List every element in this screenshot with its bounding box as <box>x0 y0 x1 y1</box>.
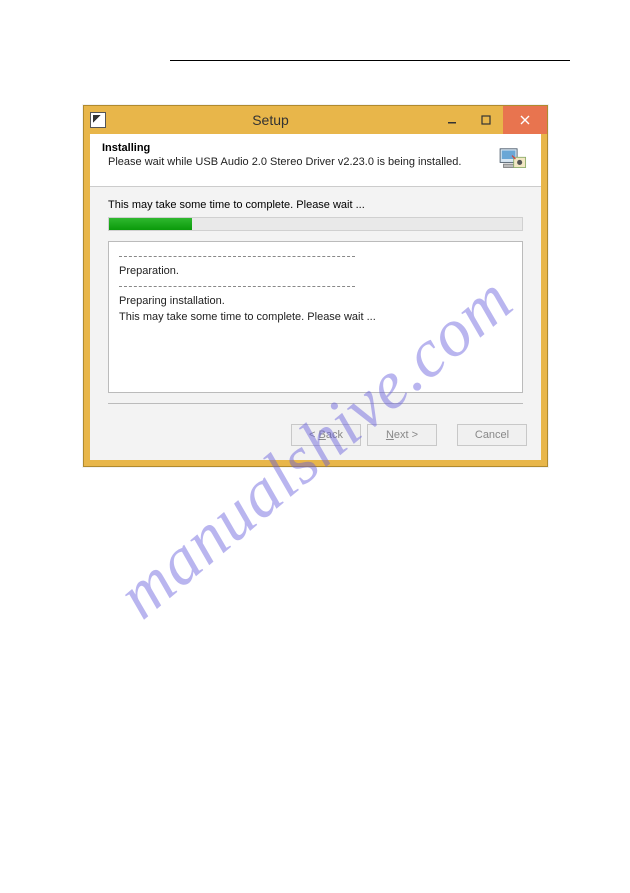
back-button[interactable]: < Back <box>291 424 361 446</box>
header-title: Installing <box>102 142 487 154</box>
header-section: Installing Please wait while USB Audio 2… <box>90 134 541 187</box>
cancel-button[interactable]: Cancel <box>457 424 527 446</box>
log-separator <box>119 256 355 257</box>
installer-body: Installing Please wait while USB Audio 2… <box>84 134 547 466</box>
log-line-preparation: Preparation. <box>119 263 512 280</box>
log-separator <box>119 286 355 287</box>
log-box: Preparation. Preparing installation. Thi… <box>108 241 523 393</box>
content-section: This may take some time to complete. Ple… <box>90 187 541 412</box>
log-line-wait: This may take some time to complete. Ple… <box>119 309 512 326</box>
app-icon <box>90 112 106 128</box>
header-subtitle: Please wait while USB Audio 2.0 Stereo D… <box>108 156 487 168</box>
installer-icon <box>495 142 529 176</box>
close-button[interactable] <box>503 106 547 134</box>
progress-fill <box>109 218 192 230</box>
setup-window: Setup Installing Please wait while USB A… <box>83 105 548 467</box>
maximize-icon <box>481 115 491 125</box>
titlebar[interactable]: Setup <box>84 106 547 134</box>
progress-bar <box>108 217 523 231</box>
maximize-button[interactable] <box>469 106 503 134</box>
page-top-rule <box>170 60 570 61</box>
minimize-button[interactable] <box>435 106 469 134</box>
footer-rule <box>108 403 523 404</box>
next-button[interactable]: Next > <box>367 424 437 446</box>
window-controls <box>435 106 547 134</box>
progress-label: This may take some time to complete. Ple… <box>108 199 523 211</box>
window-title: Setup <box>106 112 435 128</box>
button-row: < Back Next > Cancel <box>90 412 541 460</box>
log-line-preparing: Preparing installation. <box>119 293 512 310</box>
minimize-icon <box>447 115 457 125</box>
close-icon <box>520 115 530 125</box>
